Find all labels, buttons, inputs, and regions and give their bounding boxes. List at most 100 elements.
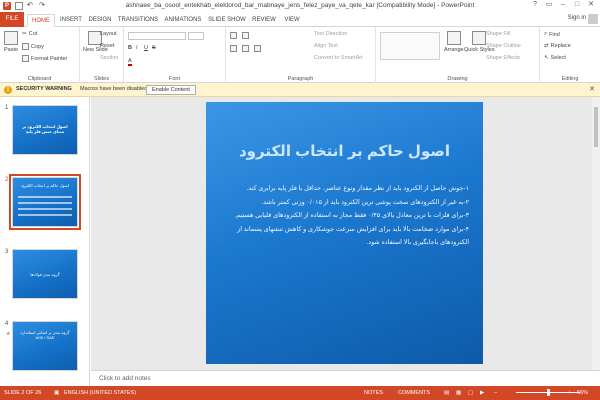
replace-button[interactable]: ⇄ Replace bbox=[544, 43, 571, 49]
clipboard-label: Clipboard bbox=[27, 76, 52, 82]
slide-title[interactable]: اصول حاکم بر انتخاب الکترود bbox=[206, 142, 483, 160]
sign-in-link[interactable]: Sign in bbox=[568, 15, 586, 21]
underline-button[interactable]: U bbox=[144, 45, 148, 51]
close-button[interactable]: ✕ bbox=[584, 0, 598, 10]
editor-scrollbar[interactable] bbox=[592, 97, 600, 386]
tab-home[interactable]: HOME bbox=[27, 14, 55, 27]
align-text-button[interactable]: Align Text bbox=[314, 43, 338, 49]
slides-label: Slides bbox=[94, 76, 109, 82]
arrange-button[interactable]: Arrange bbox=[444, 31, 464, 53]
thumb-number: 1 bbox=[5, 105, 9, 111]
current-slide[interactable]: اصول حاکم بر انتخاب الکترود ۱-جوش حاصل ا… bbox=[206, 102, 483, 364]
notes-button[interactable]: NOTES bbox=[364, 390, 383, 396]
shape-outline-button[interactable]: Shape Outline bbox=[486, 43, 521, 49]
zoom-slider-thumb[interactable] bbox=[547, 389, 550, 396]
drawing-label: Drawing bbox=[447, 76, 468, 82]
security-warning-label: SECURITY WARNING bbox=[16, 86, 72, 92]
window-controls: ? ▭ – □ ✕ bbox=[528, 0, 598, 10]
title-bar: P ↶ ↷ ashnaee_ba_osool_entekhab_elektoro… bbox=[0, 0, 600, 12]
bullets-button[interactable] bbox=[230, 32, 237, 39]
zoom-level[interactable]: 66% bbox=[577, 390, 588, 396]
cut-button[interactable]: ✂ Cut bbox=[22, 31, 37, 37]
align-right-icon bbox=[254, 45, 261, 52]
font-color-button[interactable]: A bbox=[128, 58, 132, 66]
layout-button[interactable]: Layout bbox=[100, 31, 117, 37]
align-center-button[interactable] bbox=[242, 45, 249, 52]
security-warning-bar: ! SECURITY WARNING Macros have been disa… bbox=[0, 83, 600, 97]
zoom-out-icon[interactable]: – bbox=[494, 390, 497, 396]
slide-sorter-icon[interactable]: ▦ bbox=[456, 390, 461, 396]
numbering-icon bbox=[242, 32, 249, 39]
avatar[interactable] bbox=[588, 14, 598, 24]
text-direction-button[interactable]: Text Direction bbox=[314, 31, 347, 37]
slide-thumbnail-1[interactable]: اصول انتخاب الکترود بر مبنای جنس فلز پای… bbox=[12, 105, 78, 155]
font-name-field[interactable] bbox=[128, 32, 186, 40]
shape-effects-button[interactable]: Shape Effects bbox=[486, 55, 520, 61]
tab-animations[interactable]: ANIMATIONS bbox=[162, 14, 204, 27]
section-button[interactable]: Section bbox=[100, 55, 118, 61]
paste-button[interactable]: Paste bbox=[4, 31, 18, 53]
close-icon[interactable]: ✕ bbox=[589, 85, 595, 93]
slide-thumbnail-2[interactable]: اصول حاکم بر انتخاب الکترود bbox=[9, 174, 81, 230]
reset-button[interactable]: Reset bbox=[100, 43, 114, 49]
align-left-button[interactable] bbox=[230, 45, 237, 52]
copy-icon bbox=[22, 43, 29, 50]
italic-button[interactable]: I bbox=[136, 45, 138, 51]
format-painter-button[interactable]: Format Painter bbox=[22, 55, 67, 62]
arrange-icon bbox=[446, 31, 461, 45]
slide-thumbnails-pane: 1 اصول انتخاب الکترود بر مبنای جنس فلز پ… bbox=[0, 97, 90, 386]
slide-thumbnail-3[interactable]: گروه بندی فولادها bbox=[12, 249, 78, 299]
thumb-title: اصول حاکم بر انتخاب الکترود bbox=[20, 183, 70, 188]
quick-styles-icon bbox=[472, 31, 487, 45]
maximize-button[interactable]: □ bbox=[570, 0, 584, 10]
tab-view[interactable]: VIEW bbox=[281, 14, 303, 27]
select-button[interactable]: ↖ Select bbox=[544, 55, 566, 61]
comments-button[interactable]: COMMENTS bbox=[398, 390, 430, 396]
window-title: ashnaee_ba_osool_entekhab_elektorod_bar_… bbox=[125, 2, 475, 9]
shapes-gallery[interactable] bbox=[380, 32, 440, 60]
reading-view-icon[interactable]: ▢ bbox=[468, 390, 473, 396]
select-icon: ↖ bbox=[544, 55, 549, 61]
ribbon-display-icon[interactable]: ▭ bbox=[542, 0, 556, 10]
tab-transitions[interactable]: TRANSITIONS bbox=[117, 14, 159, 27]
editing-group: ⌕ Find ⇄ Replace ↖ Select Editing bbox=[540, 27, 600, 83]
bold-button[interactable]: B bbox=[128, 45, 132, 51]
tab-file[interactable]: FILE bbox=[0, 12, 24, 27]
zoom-in-icon[interactable]: + bbox=[568, 390, 571, 396]
thumb-number: 2 bbox=[5, 177, 9, 183]
slide-body[interactable]: ۱-جوش حاصل از الکترود باید از نظر مقدار … bbox=[220, 182, 469, 250]
copy-button[interactable]: Copy bbox=[22, 43, 44, 50]
notes-pane[interactable]: Click to add notes bbox=[91, 370, 600, 386]
find-button[interactable]: ⌕ Find bbox=[544, 31, 560, 38]
align-right-button[interactable] bbox=[254, 45, 261, 52]
normal-view-icon[interactable]: ▤ bbox=[444, 390, 449, 396]
shape-fill-button[interactable]: Shape Fill bbox=[486, 31, 510, 37]
thumb-number: 4 bbox=[5, 321, 9, 327]
font-group: B I U S A Font bbox=[124, 27, 226, 83]
tab-review[interactable]: REVIEW bbox=[250, 14, 278, 27]
strikethrough-button[interactable]: S bbox=[152, 45, 156, 51]
thumb-body-lines bbox=[18, 196, 72, 220]
thumb-title: اصول انتخاب الکترود بر مبنای جنس فلز پای… bbox=[22, 124, 68, 134]
security-warning-message: Macros have been disabled. bbox=[80, 86, 149, 92]
tab-slide-show[interactable]: SLIDE SHOW bbox=[207, 14, 247, 27]
numbering-button[interactable] bbox=[242, 32, 249, 39]
convert-smartart-button[interactable]: Convert to SmartArt bbox=[314, 55, 363, 61]
font-size-field[interactable] bbox=[188, 32, 204, 40]
language-status[interactable]: ENGLISH (UNITED STATES) bbox=[64, 390, 136, 396]
clipboard-group: Paste ✂ Cut Copy Format Painter Clipboard bbox=[0, 27, 80, 83]
help-icon[interactable]: ? bbox=[528, 0, 542, 10]
slide-thumbnail-4[interactable]: گروه بندی بر اساس استاندارد AISI / SAE bbox=[12, 321, 78, 371]
slide-counter: SLIDE 2 OF 26 bbox=[4, 390, 42, 396]
minimize-button[interactable]: – bbox=[556, 0, 570, 10]
paste-icon bbox=[4, 31, 19, 45]
scroll-thumb[interactable] bbox=[594, 107, 598, 147]
enable-content-button[interactable]: Enable Content bbox=[146, 85, 196, 95]
thumb-title: گروه بندی فولادها bbox=[30, 272, 60, 277]
tab-insert[interactable]: INSERT bbox=[58, 14, 84, 27]
spellcheck-icon[interactable]: ▣ bbox=[54, 390, 59, 396]
slides-group: New Slide Layout Reset Section Slides bbox=[80, 27, 124, 83]
scissors-icon: ✂ bbox=[22, 31, 27, 37]
tab-design[interactable]: DESIGN bbox=[87, 14, 113, 27]
slideshow-icon[interactable]: ▶ bbox=[480, 390, 484, 396]
